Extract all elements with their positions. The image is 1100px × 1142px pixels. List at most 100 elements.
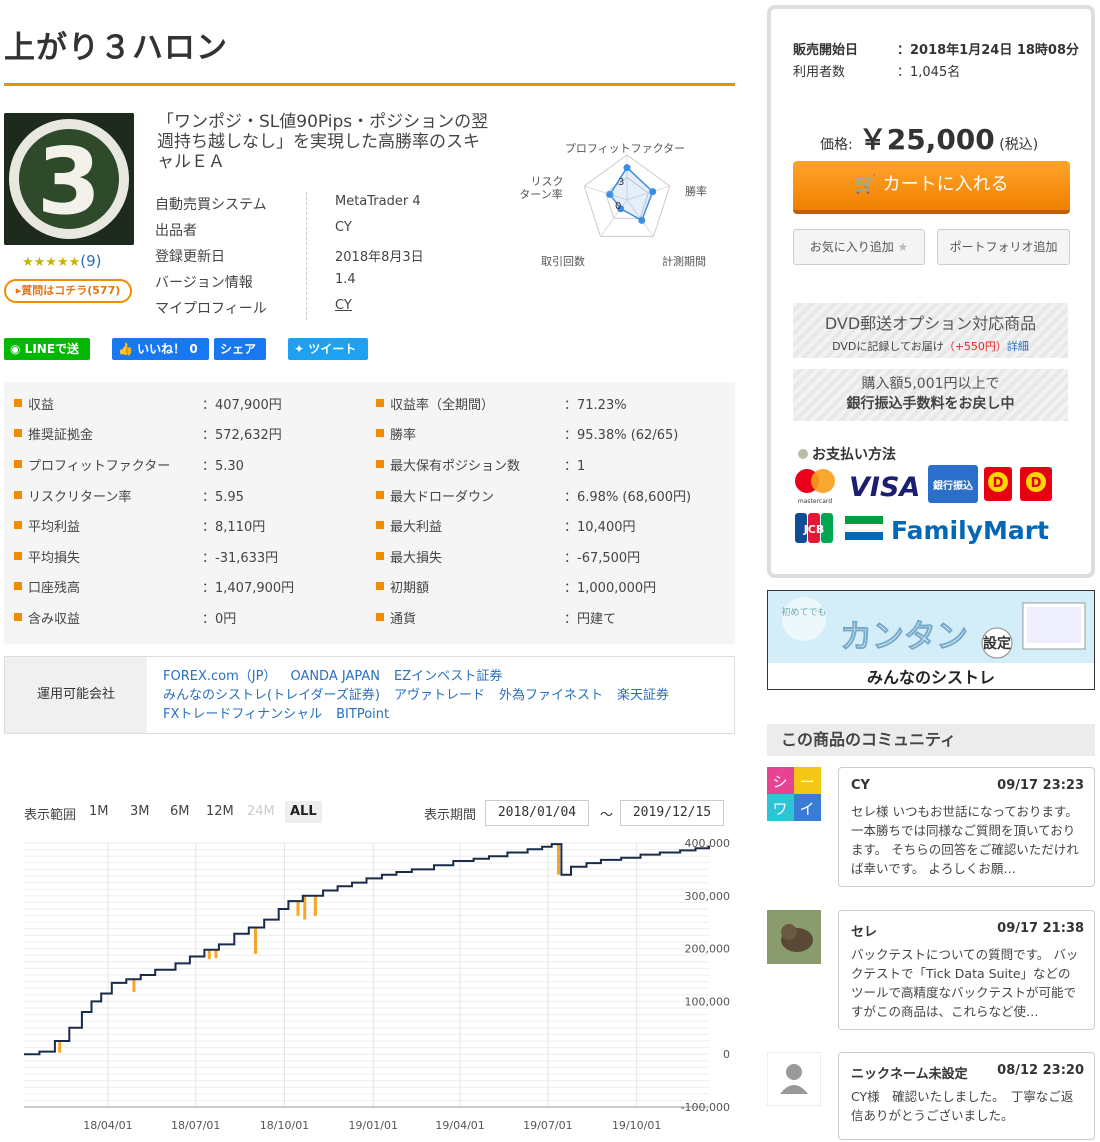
range-all-button[interactable]: ALL <box>285 801 322 823</box>
dvd-option-box[interactable]: DVD郵送オプション対応商品 DVDに記録してお届け（+550円）詳細 <box>793 303 1068 358</box>
payment-title: お支払い方法 <box>798 444 896 464</box>
broker-link[interactable]: OANDA JAPAN <box>290 669 380 684</box>
period-label: 表示期間 <box>424 808 477 823</box>
price-value: ￥25,000 <box>858 123 995 156</box>
line-share-button[interactable]: ◉ LINEで送る <box>4 338 90 378</box>
bank-transfer-icon: 銀行振込 <box>928 465 978 503</box>
y-tick-label: 400,000 <box>685 837 731 850</box>
avatar[interactable] <box>766 1051 822 1107</box>
date-separator: ～ <box>600 808 614 823</box>
broker-link[interactable]: みんなのシストレ(トレイダーズ証券) <box>163 688 380 703</box>
radar-point <box>638 216 646 224</box>
facebook-share-button[interactable]: シェア <box>214 338 266 360</box>
stat-margin: 推奨証拠金 ：572,632円 <box>14 424 374 444</box>
product-icon: 3 <box>4 113 134 245</box>
product-description: 「ワンポジ・SL値90Pips・ポジションの翌週持ち越しなし」を実現した高勝率の… <box>157 112 489 172</box>
comment-card[interactable]: ニックネーム未設定 08/12 23:20 CY様 確認いたしました。 丁寧なご… <box>838 1052 1095 1140</box>
broker-link[interactable]: FOREX.com（JP） <box>163 669 276 684</box>
comment-body: CY様 確認いたしました。 丁寧なご返信ありがとうございました。 <box>851 1089 1074 1123</box>
stat-max-drawdown: 最大ドローダウン ：6.98% (68,600円) <box>376 486 736 506</box>
add-favorite-button[interactable]: お気に入り追加 ★ <box>793 229 925 265</box>
svg-text:mastercard: mastercard <box>798 498 832 505</box>
stat-currency: 通貨 ：円建て <box>376 608 736 628</box>
stat-unrealized: 含み収益 ：0円 <box>14 608 374 628</box>
price: 価格: ￥25,000 (税込) <box>820 123 1039 156</box>
y-tick-label: 300,000 <box>685 890 731 903</box>
y-tick-label: -100,000 <box>681 1101 730 1114</box>
broker-link[interactable]: EZインベスト証券 <box>394 669 502 684</box>
comment-body: バックテストについての質問です。 バックテストで「Tick Data Suite… <box>851 947 1079 1019</box>
radar-point <box>606 190 614 198</box>
question-button[interactable]: ▸質問はコチラ(577) <box>4 279 132 303</box>
payment-logos: mastercard VISA 銀行振込 D D JCB FamilyMart <box>795 465 1052 545</box>
page-title: 上がり３ハロン <box>4 30 228 66</box>
range-6m-button[interactable]: 6M <box>165 801 195 823</box>
refund-notice[interactable]: 購入額5,001円以上で 銀行振込手数料をお戻し中 <box>793 369 1068 421</box>
banner-brand: みんなのシストレ <box>867 668 995 687</box>
stat-max-positions: 最大保有ポジション数 ：1 <box>376 455 736 475</box>
avatar[interactable] <box>767 910 821 964</box>
range-12m-button[interactable]: 12M <box>201 801 239 823</box>
equity-chart: 400,000 300,000 200,000 100,000 0 -100,000 18… <box>24 837 731 1132</box>
stat-max-profit: 最大利益 ：10,400円 <box>376 516 736 536</box>
comment-card[interactable]: セレ 09/17 21:38 バックテストについての質問です。 バックテストで「… <box>838 910 1095 1030</box>
broker-link[interactable]: FXトレードフィナンシャル <box>163 707 322 722</box>
rating-count[interactable]: (9) <box>80 252 101 270</box>
stat-avg-profit: 平均利益 ：8,110円 <box>14 516 374 536</box>
comment-card[interactable]: CY 09/17 23:23 セレ様 いつもお世話になっております。 一本勝ちで… <box>838 767 1095 887</box>
radar-label-winrate: 勝率 <box>685 184 707 198</box>
svg-text:イ: イ <box>799 800 814 818</box>
thumbs-up-icon: 👍 <box>118 342 133 356</box>
comment-user: セレ <box>851 925 878 940</box>
info-divider <box>306 192 307 320</box>
range-label: 表示範囲 <box>24 808 77 823</box>
kantan-settei-banner[interactable]: 初めてでも カンタン 設定 みんなのシストレ <box>767 590 1095 690</box>
date-from-input[interactable]: 2018/01/04 <box>485 800 589 826</box>
svg-text:銀行振込: 銀行振込 <box>933 479 973 492</box>
stat-initial: 初期額 ：1,000,000円 <box>376 577 736 597</box>
range-24m-button: 24M <box>247 804 275 819</box>
stat-avg-loss: 平均損失 ：-31,633円 <box>14 547 374 567</box>
rating[interactable]: ★★★★★(9) <box>22 252 102 270</box>
y-tick-label: 100,000 <box>685 995 731 1008</box>
svg-text:D: D <box>993 476 1004 491</box>
x-tick-label: 18/10/01 <box>260 1119 309 1132</box>
range-3m-button[interactable]: 3M <box>125 801 155 823</box>
radar-label-period: 計測期間 <box>662 254 706 268</box>
jcb-icon: JCB <box>795 513 833 543</box>
stat-pf: プロフィットファクター ：5.30 <box>14 455 374 475</box>
add-portfolio-button[interactable]: ポートフォリオ追加 <box>937 229 1070 265</box>
dvd-detail-link[interactable]: 詳細 <box>1007 340 1029 353</box>
twitter-bird-icon: ✦ <box>294 342 305 356</box>
radar-scale-3: 3 <box>618 177 624 188</box>
sale-start-value: ：2018年1月24日 18時08分 <box>897 43 1080 58</box>
date-to-input[interactable]: 2019/12/15 <box>620 800 724 826</box>
avatar[interactable]: シ ー ワ イ <box>767 767 821 821</box>
tweet-button[interactable]: ✦ ツイート <box>288 338 368 360</box>
radar-label-trades: 取引回数 <box>541 254 585 268</box>
stat-rr: リスクリターン率 ：5.95 <box>14 486 374 506</box>
add-to-cart-button[interactable]: 🛒 カートに入れる <box>793 161 1070 214</box>
svg-text:ー: ー <box>799 773 814 791</box>
users-label: 利用者数 <box>793 65 846 80</box>
x-tick-label: 19/07/01 <box>523 1119 572 1132</box>
stat-return-rate: 収益率（全期間） ：71.23% <box>376 394 736 414</box>
comment-user: CY <box>851 778 870 793</box>
range-1m-button[interactable]: 1M <box>84 801 114 823</box>
facebook-like-button[interactable]: 👍 いいね！ 0 <box>112 338 209 360</box>
radar-chart: プロフィットファクター 勝率 計測期間 取引回数 リスクターン率 3 0 <box>519 142 707 268</box>
stats-table: 収益 ：407,900円 推奨証拠金 ：572,632円 プロフィットファクター ：5… <box>4 382 735 644</box>
comment-date: 09/17 23:23 <box>997 778 1084 793</box>
broker-link[interactable]: 外為ファイネスト <box>499 688 603 703</box>
stat-max-loss: 最大損失 ：-67,500円 <box>376 547 736 567</box>
profile-link[interactable]: CY <box>335 298 352 313</box>
svg-text:FamilyMart: FamilyMart <box>891 516 1049 545</box>
x-tick-label: 19/10/01 <box>612 1119 661 1132</box>
y-tick-label: 200,000 <box>685 943 731 956</box>
brokers-label: 運用可能会社 <box>5 657 147 733</box>
radar-scale-0: 0 <box>615 201 621 212</box>
default-user-icon <box>766 1051 822 1107</box>
broker-link[interactable]: アヴァトレード <box>394 688 485 703</box>
broker-link[interactable]: BITPoint <box>336 707 389 722</box>
broker-link[interactable]: 楽天証券 <box>617 688 669 703</box>
